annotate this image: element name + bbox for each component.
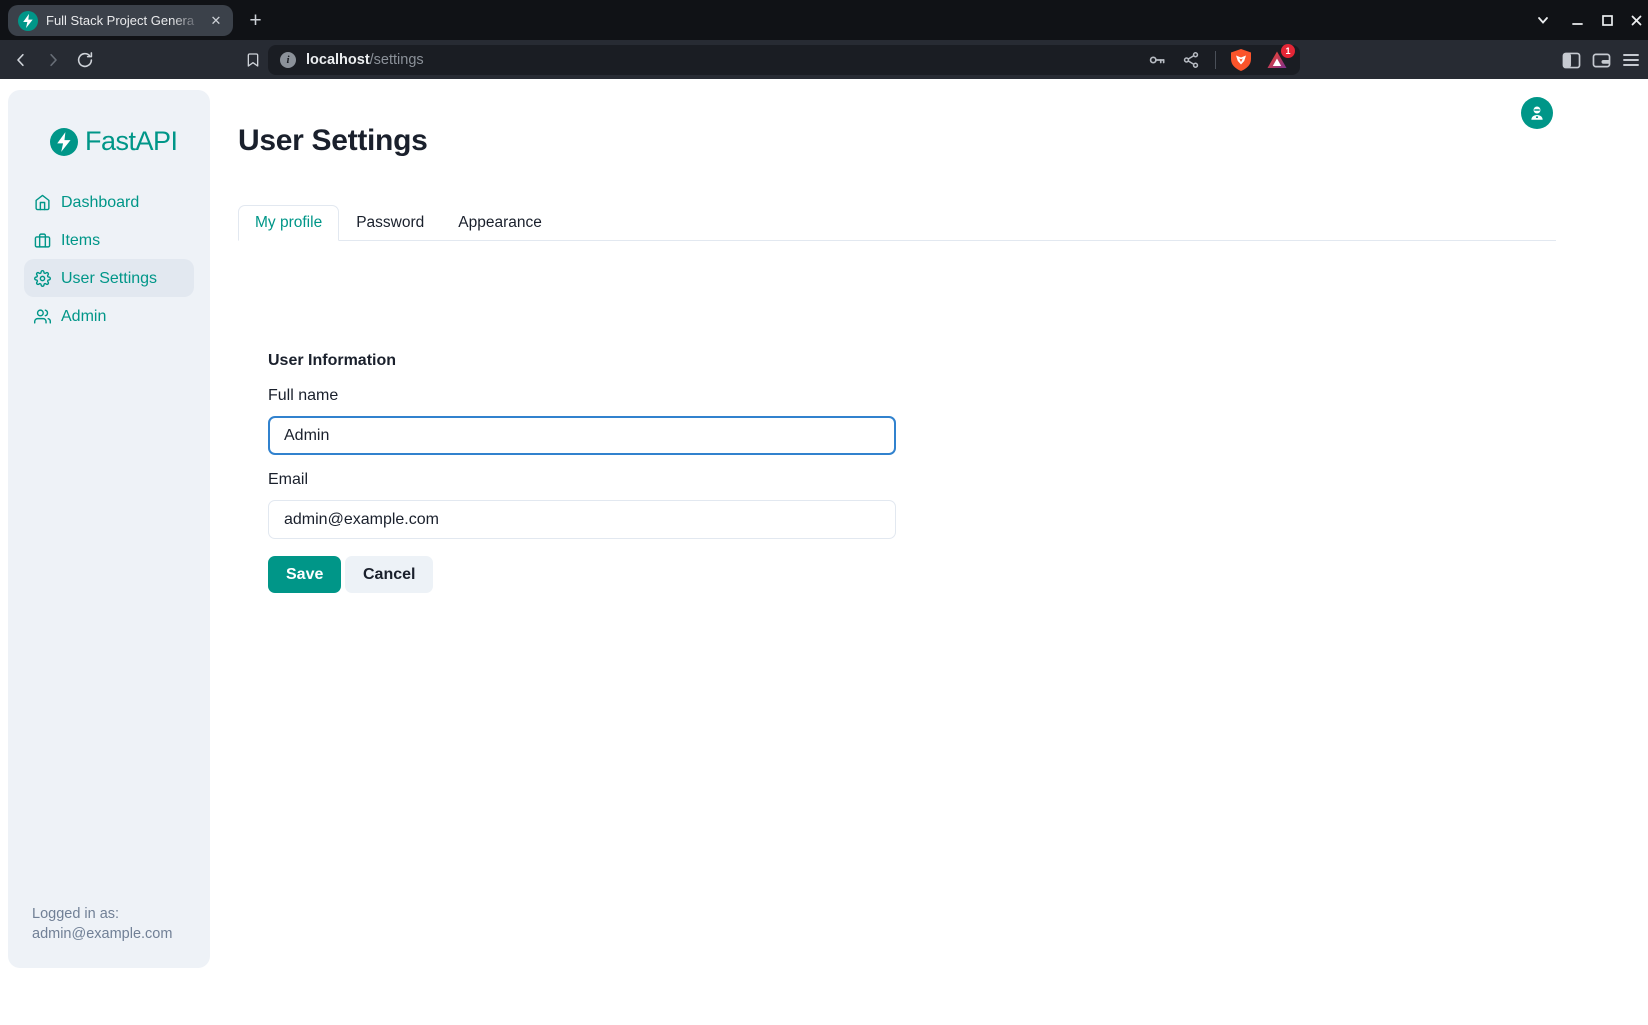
user-astronaut-icon [1528,104,1546,122]
browser-tab[interactable]: Full Stack Project Genera ✕ [8,5,233,36]
site-info-icon[interactable]: i [280,52,296,68]
sidebar-item-user-settings[interactable]: User Settings [24,259,194,297]
settings-tabs: My profile Password Appearance [238,205,1556,241]
page-title: User Settings [238,124,428,158]
back-button-icon[interactable] [8,47,34,73]
url-bar[interactable]: i localhost/settings [268,45,1300,75]
email-label: Email [268,471,308,489]
app-logo: FastAPI [50,126,210,157]
browser-toolbar: i localhost/settings [0,40,1648,79]
toolbar-divider [1215,51,1216,69]
tab-title: Full Stack Project Genera [46,13,207,28]
full-name-label: Full name [268,387,338,405]
briefcase-icon [34,232,51,249]
brave-rewards-icon[interactable]: 1 [1266,49,1288,71]
password-key-icon[interactable] [1147,50,1167,70]
app-logo-text: FastAPI [85,126,178,157]
browser-chrome: Full Stack Project Genera ✕ + [0,0,1648,79]
sidebar-nav: Dashboard Items User Settings Admin [24,183,194,335]
user-avatar-button[interactable] [1521,97,1553,129]
bookmark-icon[interactable] [240,47,266,73]
home-icon [34,194,51,211]
sidebar-item-label: Admin [61,308,106,325]
tab-appearance[interactable]: Appearance [441,205,559,241]
url-host: localhost [306,52,370,68]
cancel-button[interactable]: Cancel [345,556,433,593]
tab-my-profile[interactable]: My profile [238,205,339,241]
sidebar-item-label: User Settings [61,270,157,287]
sidebar-item-label: Dashboard [61,194,139,211]
reload-button-icon[interactable] [72,47,98,73]
brave-shield-icon[interactable] [1231,49,1251,71]
tab-close-icon[interactable]: ✕ [207,12,225,30]
tab-password[interactable]: Password [339,205,441,241]
email-input[interactable] [268,500,896,539]
new-tab-button[interactable]: + [243,8,268,33]
wallet-icon[interactable] [1588,47,1614,73]
full-name-input[interactable] [268,416,896,455]
section-title: User Information [268,352,396,370]
logged-in-footer: Logged in as: admin@example.com [32,904,172,944]
sidebar-panel-icon[interactable] [1558,47,1584,73]
tab-strip: Full Stack Project Genera ✕ + [0,0,1648,40]
tab-search-chevron-icon[interactable] [1530,0,1556,40]
fastapi-favicon-icon [18,11,38,31]
users-icon [34,308,51,325]
gear-icon [34,270,51,287]
rewards-badge: 1 [1281,44,1295,58]
sidebar-item-label: Items [61,232,100,249]
logged-in-email: admin@example.com [32,924,172,944]
sidebar-item-dashboard[interactable]: Dashboard [24,183,194,221]
app-page: FastAPI Dashboard Items User Settings Ad… [0,79,1648,1025]
sidebar-item-admin[interactable]: Admin [24,297,194,335]
sidebar: FastAPI Dashboard Items User Settings Ad… [8,90,210,968]
save-button[interactable]: Save [268,556,341,593]
logged-in-label: Logged in as: [32,904,172,924]
fastapi-logo-icon [50,128,78,156]
sidebar-item-items[interactable]: Items [24,221,194,259]
close-window-button-icon[interactable] [1623,0,1648,40]
share-icon[interactable] [1182,51,1200,69]
menu-hamburger-icon[interactable] [1618,47,1644,73]
forward-button-icon[interactable] [40,47,66,73]
maximize-button-icon[interactable] [1594,0,1620,40]
minimize-button-icon[interactable] [1564,0,1590,40]
url-path: /settings [370,52,424,68]
